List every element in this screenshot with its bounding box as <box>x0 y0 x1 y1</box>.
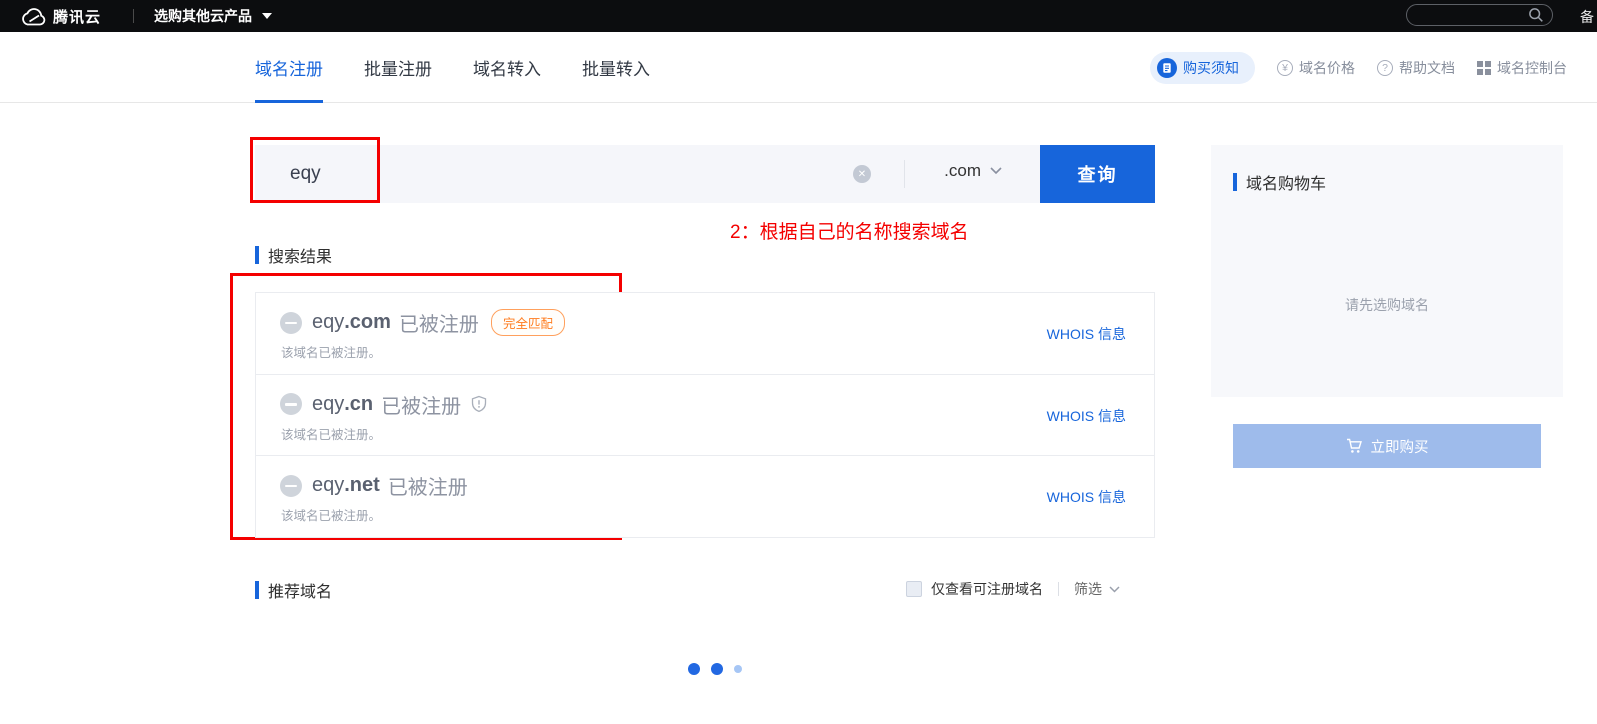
domain-name: eqy.com <box>312 311 391 334</box>
tld-select[interactable]: .com <box>944 161 1002 181</box>
caret-down-icon <box>262 13 272 19</box>
result-row-eqy-cn: eqy.cn 已被注册 该域名已被注册。 WHOIS 信息 <box>256 375 1154 457</box>
notice-icon <box>1157 58 1177 78</box>
help-docs-link[interactable]: ? 帮助文档 <box>1377 58 1455 78</box>
carousel-dot-2[interactable] <box>711 663 723 675</box>
purchase-notice-link[interactable]: 购买须知 <box>1150 52 1255 84</box>
cloud-logo-icon <box>20 6 47 26</box>
buy-now-label: 立即购买 <box>1371 436 1429 457</box>
domain-status: 已被注册 <box>388 471 468 500</box>
whois-link[interactable]: WHOIS 信息 <box>1047 487 1126 507</box>
topbar-search-input[interactable] <box>1406 4 1553 26</box>
cart-empty-message: 请先选购域名 <box>1211 295 1563 315</box>
exact-match-badge: 完全匹配 <box>491 309 565 336</box>
domain-status: 已被注册 <box>399 308 479 337</box>
tld-selected-value: .com <box>944 161 981 181</box>
carousel-dot-3[interactable] <box>734 665 742 673</box>
chevron-down-icon <box>990 167 1002 175</box>
domain-search-box: ✕ .com <box>255 145 1040 203</box>
result-row-eqy-com: eqy.com 已被注册 完全匹配 该域名已被注册。 WHOIS 信息 <box>256 293 1154 375</box>
domain-name: eqy.cn <box>312 393 373 416</box>
unavailable-icon <box>280 393 302 415</box>
query-button[interactable]: 查询 <box>1040 145 1155 203</box>
domain-line: eqy.net 已被注册 <box>280 471 468 500</box>
unavailable-icon <box>280 312 302 334</box>
header-links: 购买须知 ¥ 域名价格 ? 帮助文档 域名控制台 <box>1150 32 1567 103</box>
unavailable-icon <box>280 475 302 497</box>
cart-panel: 域名购物车 请先选购域名 <box>1211 145 1563 397</box>
domain-base: eqy <box>312 393 344 415</box>
title-accent-bar <box>255 581 259 599</box>
shield-info-icon[interactable] <box>470 395 488 413</box>
domain-line: eqy.cn 已被注册 <box>280 390 488 419</box>
title-accent-bar <box>1233 173 1237 191</box>
carousel-dot-1[interactable] <box>688 663 700 675</box>
filter-divider <box>1058 582 1059 596</box>
registrable-only-checkbox[interactable] <box>906 581 922 597</box>
tab-domain-transfer-in[interactable]: 域名转入 <box>473 32 541 103</box>
domain-tld: .com <box>344 311 391 333</box>
domain-status: 已被注册 <box>381 390 461 419</box>
page-header: 域名注册 批量注册 域名转入 批量转入 购买须知 ¥ 域名价格 <box>0 32 1597 103</box>
page: 腾讯云 选购其他云产品 备 域名注册 批量注册 域名转入 批量转入 <box>0 0 1597 724</box>
domain-line: eqy.com 已被注册 完全匹配 <box>280 308 565 337</box>
domain-price-label: 域名价格 <box>1299 58 1355 78</box>
brand-name: 腾讯云 <box>53 6 101 27</box>
row-description: 该域名已被注册。 <box>281 424 381 443</box>
recommend-filter-row: 仅查看可注册域名 筛选 <box>906 579 1120 599</box>
filter-label: 筛选 <box>1074 579 1102 599</box>
domain-console-label: 域名控制台 <box>1497 58 1567 78</box>
buy-now-button[interactable]: 立即购买 <box>1233 424 1541 468</box>
registrable-only-label: 仅查看可注册域名 <box>931 579 1043 599</box>
domain-name: eqy.net <box>312 474 380 497</box>
domain-base: eqy <box>312 474 344 496</box>
filter-dropdown[interactable]: 筛选 <box>1074 579 1120 599</box>
search-results-title: 搜索结果 <box>255 243 332 267</box>
domain-base: eqy <box>312 311 344 333</box>
topbar: 腾讯云 选购其他云产品 备 <box>0 0 1597 32</box>
domain-search-input[interactable] <box>290 159 850 189</box>
whois-link[interactable]: WHOIS 信息 <box>1047 406 1126 426</box>
tab-bar: 域名注册 批量注册 域名转入 批量转入 <box>255 32 650 103</box>
tab-batch-register[interactable]: 批量注册 <box>364 32 432 103</box>
console-icon <box>1477 61 1491 75</box>
tab-batch-transfer-in[interactable]: 批量转入 <box>582 32 650 103</box>
cart-footer: 立即购买 <box>1211 397 1563 490</box>
cart-title-text: 域名购物车 <box>1246 170 1326 194</box>
cart-title: 域名购物车 <box>1233 170 1326 194</box>
whois-link[interactable]: WHOIS 信息 <box>1047 324 1126 344</box>
search-results-table: eqy.com 已被注册 完全匹配 该域名已被注册。 WHOIS 信息 eqy.… <box>255 292 1155 538</box>
help-icon: ? <box>1377 60 1393 76</box>
purchase-notice-label: 购买须知 <box>1183 58 1239 78</box>
search-results-title-text: 搜索结果 <box>268 243 332 267</box>
cart-icon <box>1346 438 1363 454</box>
price-icon: ¥ <box>1277 60 1293 76</box>
domain-tld: .cn <box>344 393 373 415</box>
domain-price-link[interactable]: ¥ 域名价格 <box>1277 58 1355 78</box>
annotation-step2-text: 2：根据自己的名称搜索域名 <box>730 217 969 244</box>
clear-icon[interactable]: ✕ <box>853 165 871 183</box>
help-docs-label: 帮助文档 <box>1399 58 1455 78</box>
domain-console-link[interactable]: 域名控制台 <box>1477 58 1567 78</box>
search-icon <box>1528 7 1544 23</box>
tld-divider <box>904 160 905 188</box>
row-description: 该域名已被注册。 <box>281 342 381 361</box>
topbar-divider <box>133 9 134 23</box>
tencent-cloud-logo[interactable]: 腾讯云 <box>20 6 101 27</box>
row-description: 该域名已被注册。 <box>281 505 381 524</box>
other-products-menu[interactable]: 选购其他云产品 <box>154 6 272 26</box>
recommend-title: 推荐域名 <box>255 578 332 602</box>
tab-domain-register[interactable]: 域名注册 <box>255 32 323 103</box>
domain-tld: .net <box>344 474 380 496</box>
topbar-clipped-link[interactable]: 备 <box>1580 7 1597 27</box>
title-accent-bar <box>255 246 259 264</box>
other-products-label: 选购其他云产品 <box>154 6 252 26</box>
carousel-dots <box>688 663 742 675</box>
result-row-eqy-net: eqy.net 已被注册 该域名已被注册。 WHOIS 信息 <box>256 456 1154 537</box>
recommend-title-text: 推荐域名 <box>268 578 332 602</box>
chevron-down-icon <box>1109 586 1120 593</box>
